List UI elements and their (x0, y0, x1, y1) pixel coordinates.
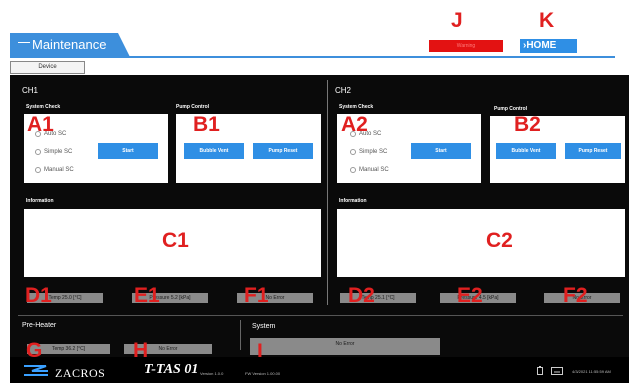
marker-j: J (451, 9, 463, 32)
marker-c1: C1 (162, 229, 189, 252)
radio-icon[interactable] (350, 149, 356, 155)
keyboard-icon[interactable] (551, 367, 563, 375)
system-label: System (252, 323, 276, 330)
ch1-radio-manual[interactable]: Manual SC (35, 167, 74, 173)
marker-c2: C2 (486, 229, 513, 252)
ch2-information-label: Information (339, 198, 367, 204)
marker-f2: F2 (563, 284, 588, 307)
ch1-radio-simple[interactable]: Simple SC (35, 149, 72, 155)
tab-device[interactable]: Device (10, 61, 85, 74)
marker-d1: D1 (25, 284, 52, 307)
marker-e1: E1 (134, 284, 160, 307)
firmware-version: FW Version 1.00.00 (245, 371, 281, 376)
marker-b1: B1 (193, 113, 220, 136)
software-version: Version 1.0.0 (200, 371, 224, 376)
ch2-pump-control-label: Pump Control (494, 106, 528, 112)
zacros-logo-icon (24, 365, 48, 376)
marker-k: K (539, 9, 555, 32)
radio-icon[interactable] (35, 167, 41, 173)
home-button[interactable]: ›HOME (520, 39, 577, 53)
ch2-start-button[interactable]: Start (411, 143, 471, 159)
channel-divider (327, 80, 328, 305)
marker-d2: D2 (348, 284, 375, 307)
page-title: Maintenance (10, 33, 130, 57)
footer-section-divider (240, 320, 241, 350)
ch2-information-box (337, 209, 625, 277)
ch1-pump-reset-button[interactable]: Pump Reset (253, 143, 313, 159)
ch1-start-button[interactable]: Start (98, 143, 158, 159)
section-divider (18, 315, 623, 316)
product-logo: T-TAS 01 (144, 362, 199, 377)
radio-icon[interactable] (350, 167, 356, 173)
marker-f1: F1 (244, 284, 269, 307)
ch2-label: CH2 (335, 86, 352, 95)
system-error-status: No Error (250, 338, 440, 355)
ch2-system-check-label: System Check (339, 104, 374, 110)
preheater-label: Pre-Heater (22, 322, 57, 329)
ch1-bubble-vent-button[interactable]: Bubble Vent (184, 143, 244, 159)
marker-b2: B2 (514, 113, 541, 136)
datetime: 4/3/2021 11:55:59 AM (572, 369, 611, 374)
ch1-label: CH1 (22, 86, 39, 95)
title-underline (10, 56, 615, 58)
brand-logo: ZACROS (55, 366, 106, 380)
radio-icon[interactable] (35, 149, 41, 155)
warning-button[interactable]: Warning (429, 40, 503, 52)
ch1-information-label: Information (26, 198, 54, 204)
marker-a1: A1 (27, 113, 54, 136)
ch2-pump-reset-button[interactable]: Pump Reset (565, 143, 621, 159)
ch2-bubble-vent-button[interactable]: Bubble Vent (496, 143, 556, 159)
battery-icon (537, 366, 543, 375)
marker-a2: A2 (341, 113, 368, 136)
marker-e2: E2 (457, 284, 483, 307)
ch2-radio-simple[interactable]: Simple SC (350, 149, 387, 155)
ch1-pump-control-label: Pump Control (176, 104, 210, 110)
ch1-system-check-label: System Check (26, 104, 61, 110)
ch2-radio-manual[interactable]: Manual SC (350, 167, 389, 173)
